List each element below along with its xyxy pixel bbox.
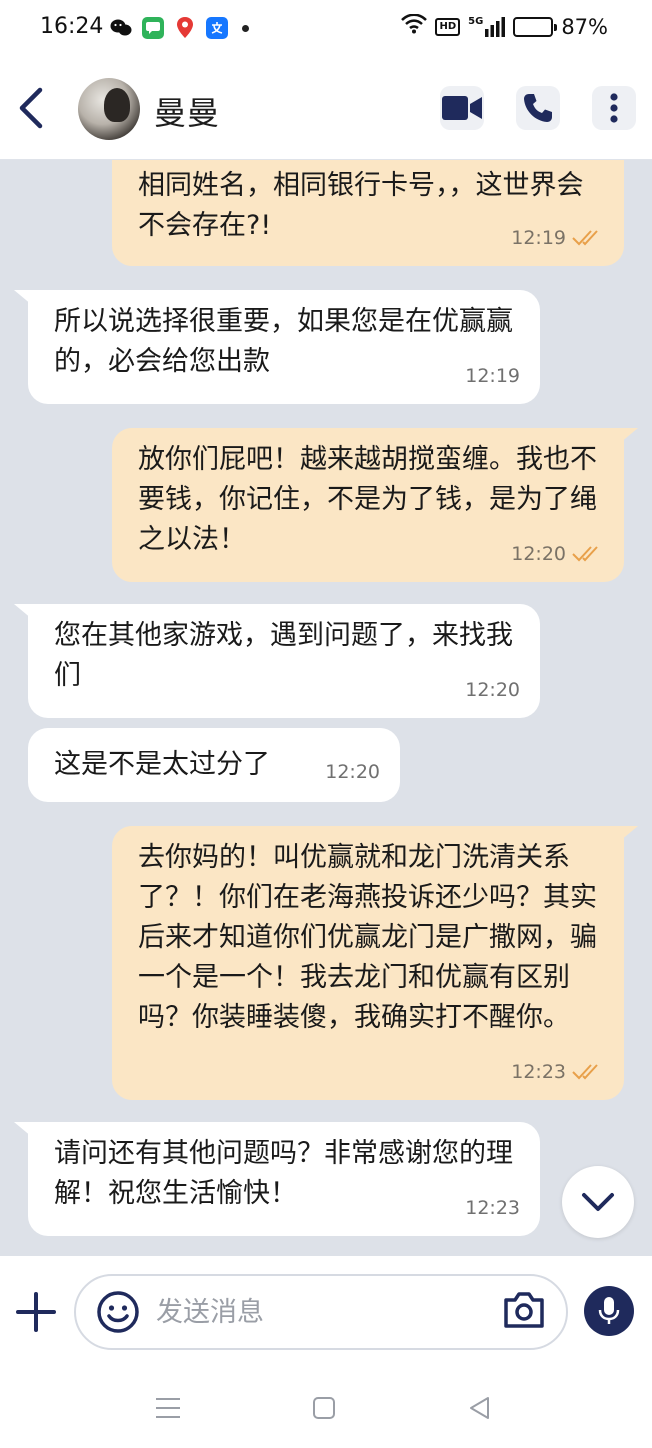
message-text: 您在其他家游戏，遇到问题了，来找我们 (54, 620, 513, 691)
message-time: 12:20 (511, 543, 566, 565)
back-button[interactable] (14, 86, 50, 130)
message-time: 12:19 (465, 365, 520, 387)
more-notifications-dot (242, 24, 249, 32)
message-bubble-incoming[interactable]: 所以说选择很重要，如果您是在优赢赢的，必会给您出款 12:19 (28, 290, 540, 404)
status-bar: 16:24 HD 5G 87% (0, 0, 652, 58)
message-meta: 12:20 (465, 670, 520, 710)
message-time: 12:23 (465, 1197, 520, 1219)
message-meta: 12:19 (465, 356, 520, 396)
hd-badge: HD (435, 17, 461, 36)
read-check-icon (572, 230, 598, 246)
contact-name[interactable]: 曼曼 (154, 88, 220, 134)
system-navigation-bar (0, 1368, 652, 1448)
battery-icon (513, 16, 558, 37)
message-bubble-incoming[interactable]: 您在其他家游戏，遇到问题了，来找我们 12:20 (28, 604, 540, 718)
plus-icon (16, 1292, 56, 1332)
message-meta: 12:20 (325, 752, 380, 792)
phone-icon (524, 94, 552, 122)
camera-button[interactable] (502, 1290, 546, 1334)
wechat-icon (110, 17, 132, 39)
video-call-icon (442, 96, 482, 120)
phone-call-button[interactable] (516, 86, 560, 130)
message-bubble-incoming[interactable]: 请问还有其他问题吗？非常感谢您的理解！祝您生活愉快！ 12:23 (28, 1122, 540, 1236)
message-list[interactable]: 相同姓名，相同银行卡号，，这世界会不会存在?! 12:19 所以说选择很重要，如… (0, 160, 652, 1256)
network-type: 5G (468, 15, 484, 27)
message-bubble-outgoing[interactable]: 去你妈的！叫优赢就和龙门洗清关系了？！你们在老海燕投诉还少吗？其实后来才知道你们… (112, 826, 624, 1100)
message-bubble-outgoing[interactable]: 相同姓名，相同银行卡号，，这世界会不会存在?! 12:19 (112, 160, 624, 266)
message-time: 12:20 (325, 761, 380, 783)
scroll-to-bottom-button[interactable] (562, 1166, 634, 1238)
message-input-container[interactable] (74, 1274, 568, 1350)
message-text: 请问还有其他问题吗？非常感谢您的理解！祝您生活愉快！ (54, 1138, 513, 1209)
recents-button[interactable] (154, 1394, 182, 1422)
camera-icon (504, 1292, 544, 1328)
emoji-icon (97, 1291, 139, 1333)
alipay-icon (206, 17, 228, 39)
more-icon (610, 93, 618, 123)
message-meta: 12:19 (511, 218, 604, 258)
back-icon (19, 87, 43, 129)
messages-icon (142, 17, 164, 39)
chevron-down-icon (582, 1193, 614, 1211)
back-triangle-icon (470, 1397, 489, 1419)
battery-percent: 87% (561, 14, 608, 39)
avatar[interactable] (78, 78, 140, 140)
wifi-icon (401, 13, 428, 39)
more-options-button[interactable] (592, 86, 636, 130)
message-bubble-outgoing[interactable]: 放你们屁吧！越来越胡搅蛮缠。我也不要钱，你记住，不是为了钱，是为了绳之以法！ 1… (112, 428, 624, 582)
message-meta: 12:23 (465, 1188, 520, 1228)
message-meta: 12:23 (511, 1052, 604, 1092)
maps-icon (174, 17, 196, 39)
voice-record-button[interactable] (584, 1286, 634, 1336)
system-back-button[interactable] (466, 1394, 494, 1422)
message-time: 12:19 (511, 227, 566, 249)
menu-icon (156, 1398, 180, 1418)
message-text: 去你妈的！叫优赢就和龙门洗清关系了？！你们在老海燕投诉还少吗？其实后来才知道你们… (138, 842, 597, 1033)
status-time: 16:24 (40, 14, 104, 39)
home-square-icon (313, 1397, 335, 1419)
signal-icon: 5G (468, 15, 506, 37)
chat-header: 曼曼 (0, 58, 652, 160)
message-time: 12:23 (511, 1061, 566, 1083)
message-bubble-incoming[interactable]: 这是不是太过分了 12:20 (28, 728, 400, 802)
emoji-button[interactable] (96, 1290, 140, 1334)
message-text: 所以说选择很重要，如果您是在优赢赢的，必会给您出款 (54, 306, 513, 377)
attach-button[interactable] (16, 1292, 56, 1332)
message-input[interactable] (156, 1288, 476, 1336)
message-meta: 12:20 (511, 534, 604, 574)
message-time: 12:20 (465, 679, 520, 701)
read-check-icon (572, 546, 598, 562)
composer-bar (0, 1256, 652, 1368)
status-app-icons (110, 17, 249, 39)
video-call-button[interactable] (440, 86, 484, 130)
message-text: 这是不是太过分了 (54, 749, 270, 780)
home-button[interactable] (310, 1394, 338, 1422)
read-check-icon (572, 1064, 598, 1080)
status-indicators: HD 5G 87% (401, 13, 608, 39)
microphone-icon (598, 1297, 620, 1324)
